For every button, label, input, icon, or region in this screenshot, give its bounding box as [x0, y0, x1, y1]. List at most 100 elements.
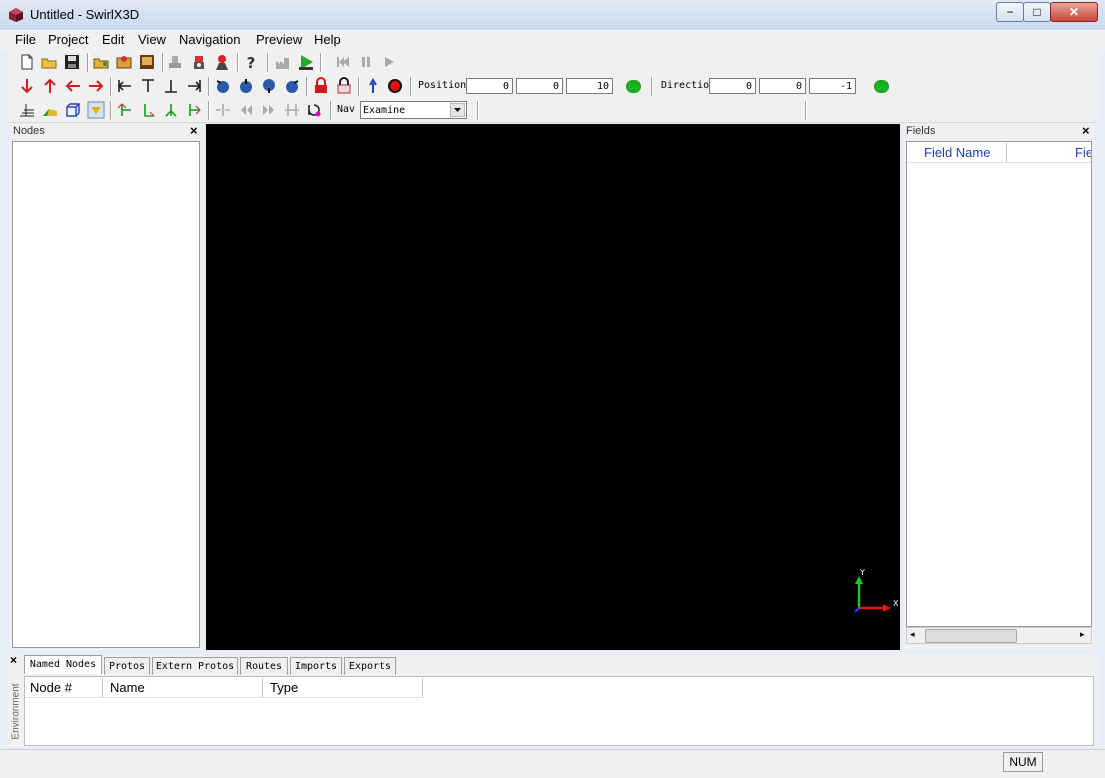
move-up-icon[interactable] — [41, 77, 59, 95]
nav-mode-select[interactable]: Examine — [360, 101, 467, 119]
import-icon[interactable] — [115, 53, 133, 71]
separator — [410, 77, 412, 96]
axis-up-icon[interactable] — [116, 101, 134, 119]
terrain-icon[interactable] — [41, 101, 59, 119]
collapse-h-icon — [216, 104, 230, 116]
shrink-left-icon — [241, 105, 252, 115]
nav-mode-value: Examine — [363, 105, 406, 116]
nodes-tree[interactable] — [12, 141, 200, 648]
jump-icon[interactable] — [364, 77, 382, 95]
position-go-button[interactable]: Go — [626, 80, 641, 93]
axis-fly-icon[interactable] — [185, 101, 203, 119]
tab-named-nodes[interactable]: Named Nodes — [24, 655, 102, 674]
minimize-button[interactable]: − — [996, 2, 1024, 22]
menu-view[interactable]: View — [138, 32, 166, 47]
record-icon[interactable] — [386, 77, 404, 95]
nodes-panel-close-icon[interactable]: × — [190, 123, 198, 138]
3d-viewport[interactable]: Y X — [206, 124, 900, 650]
align-top-icon[interactable] — [139, 77, 157, 95]
axis-right-icon[interactable] — [139, 101, 157, 119]
menu-help[interactable]: Help — [314, 32, 341, 47]
menu-edit[interactable]: Edit — [102, 32, 124, 47]
scroll-thumb[interactable] — [925, 629, 1017, 643]
type-header[interactable]: Type — [263, 678, 423, 698]
direction-y-field[interactable]: 0 — [759, 78, 806, 94]
separator — [237, 53, 239, 72]
separator — [320, 53, 322, 72]
environment-close-icon[interactable]: × — [10, 653, 17, 667]
save-icon[interactable] — [63, 53, 81, 71]
field-name-header[interactable]: Field Name — [907, 143, 1007, 163]
tab-protos[interactable]: Protos — [104, 657, 150, 675]
lock-icon[interactable] — [312, 77, 330, 95]
align-right-icon[interactable] — [185, 77, 203, 95]
direction-x-field[interactable]: 0 — [709, 78, 756, 94]
light-icon[interactable] — [87, 101, 105, 119]
grid-icon[interactable] — [18, 101, 36, 119]
separator — [358, 77, 360, 96]
move-down-icon[interactable] — [18, 77, 36, 95]
avatar-icon[interactable] — [213, 53, 231, 71]
scroll-left-icon[interactable]: ◂ — [910, 629, 915, 640]
tab-extern-protos[interactable]: Extern Protos — [152, 657, 238, 675]
position-x-field[interactable]: 0 — [466, 78, 513, 94]
separator — [306, 77, 308, 96]
undo-nav-icon[interactable] — [305, 101, 323, 119]
rotate-right-icon[interactable] — [283, 77, 301, 95]
tab-routes[interactable]: Routes — [240, 657, 288, 675]
separator — [110, 101, 112, 120]
open-project-icon[interactable] — [92, 53, 110, 71]
save-project-icon[interactable] — [138, 53, 156, 71]
menu-navigation[interactable]: Navigation — [179, 32, 240, 47]
menu-file[interactable]: File — [15, 32, 36, 47]
fields-table[interactable]: Field Name Fie — [906, 141, 1092, 627]
help-icon[interactable]: ? — [242, 53, 260, 71]
view-toolbar: Nav Examine — [8, 98, 1098, 123]
axis-walk-icon[interactable] — [162, 101, 180, 119]
rotate-up-icon[interactable] — [237, 77, 255, 95]
new-file-icon[interactable] — [18, 53, 36, 71]
open-folder-icon[interactable] — [40, 53, 58, 71]
position-y-field[interactable]: 0 — [516, 78, 563, 94]
maximize-button[interactable]: □ — [1023, 2, 1051, 22]
direction-go-button[interactable]: Go — [874, 80, 889, 93]
node-number-header[interactable]: Node # — [25, 678, 103, 698]
separator — [477, 101, 479, 120]
close-button[interactable]: ✕ — [1050, 2, 1098, 22]
fields-horizontal-scrollbar[interactable]: ◂ ▸ — [906, 627, 1092, 644]
menu-project[interactable]: Project — [48, 32, 88, 47]
rotate-left-icon[interactable] — [214, 77, 232, 95]
chevron-down-icon[interactable] — [450, 103, 465, 117]
tab-exports[interactable]: Exports — [344, 657, 396, 675]
field-value-header[interactable]: Fie — [1007, 143, 1091, 163]
position-z-field[interactable]: 10 — [566, 78, 613, 94]
shrink-right-icon — [263, 105, 274, 115]
named-nodes-table[interactable]: Node # Name Type — [24, 676, 1094, 746]
scroll-right-icon[interactable]: ▸ — [1080, 629, 1085, 640]
direction-z-field[interactable]: -1 — [809, 78, 856, 94]
collapse-v-icon — [285, 104, 299, 116]
preview-play-icon[interactable] — [297, 53, 315, 71]
move-left-icon[interactable] — [64, 77, 82, 95]
separator — [651, 77, 653, 96]
status-bar — [0, 749, 1105, 778]
rotate-down-icon[interactable] — [260, 77, 278, 95]
transform-toolbar: Position 0 0 10 Go Directio 0 0 -1 Go — [8, 74, 1098, 99]
align-left-icon[interactable] — [116, 77, 134, 95]
align-bottom-icon[interactable] — [162, 77, 180, 95]
menu-preview[interactable]: Preview — [256, 32, 302, 47]
separator — [208, 77, 210, 96]
axis-x-label: X — [893, 599, 899, 608]
name-header[interactable]: Name — [103, 678, 263, 698]
separator — [110, 77, 112, 96]
unlock-icon[interactable] — [335, 77, 353, 95]
num-lock-indicator: NUM — [1003, 752, 1043, 772]
move-right-icon[interactable] — [87, 77, 105, 95]
tab-imports[interactable]: Imports — [290, 657, 342, 675]
play-icon — [385, 57, 394, 67]
window-title: Untitled - SwirlX3D — [30, 7, 140, 22]
fields-panel-close-icon[interactable]: × — [1082, 123, 1090, 138]
cube-icon[interactable] — [64, 101, 82, 119]
app-icon — [9, 8, 23, 22]
robot-icon[interactable] — [190, 53, 208, 71]
